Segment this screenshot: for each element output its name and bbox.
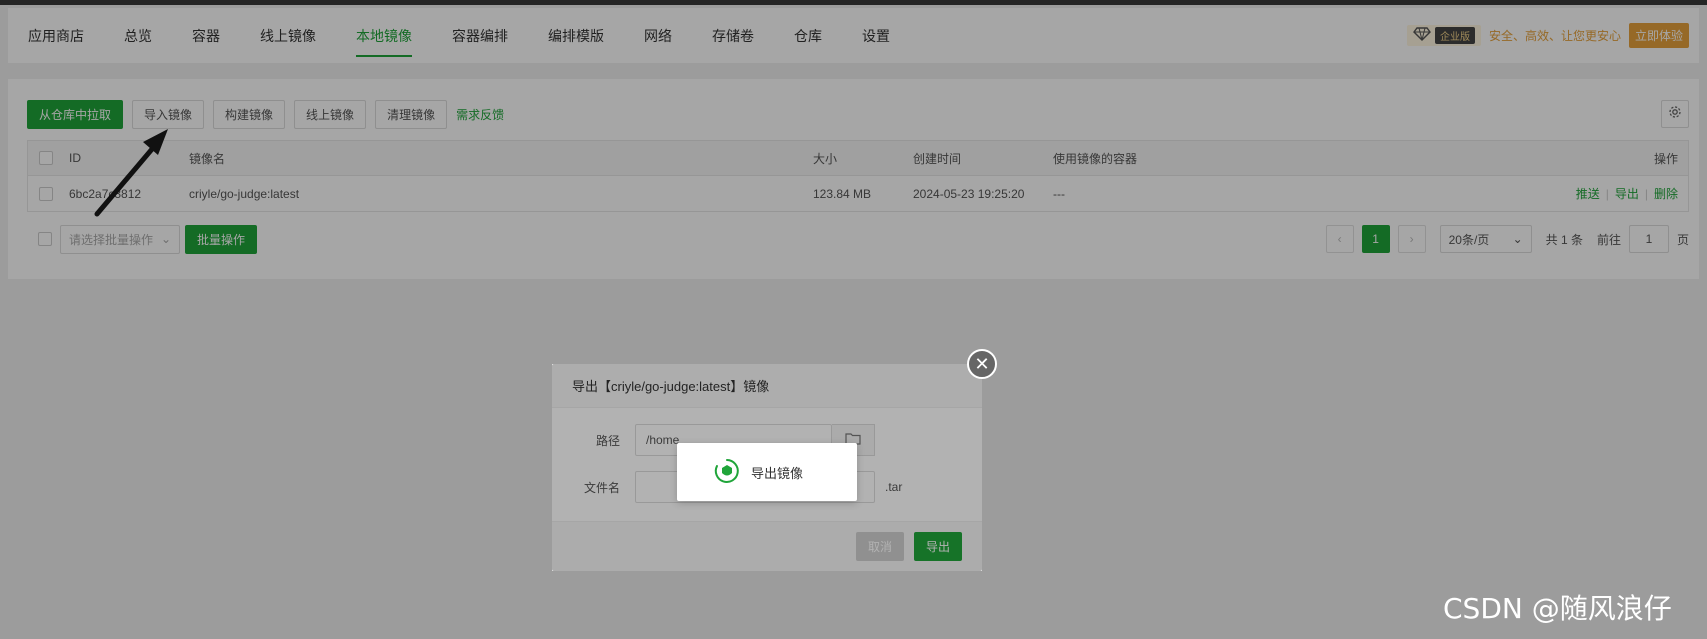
loading-spinner-icon: [713, 457, 741, 488]
close-dialog-button[interactable]: ✕: [967, 349, 997, 379]
loading-toast: 导出镜像: [677, 443, 857, 501]
watermark: CSDN @随风浪仔: [1443, 592, 1672, 625]
close-icon: ✕: [974, 354, 990, 374]
loading-text: 导出镜像: [751, 465, 804, 481]
